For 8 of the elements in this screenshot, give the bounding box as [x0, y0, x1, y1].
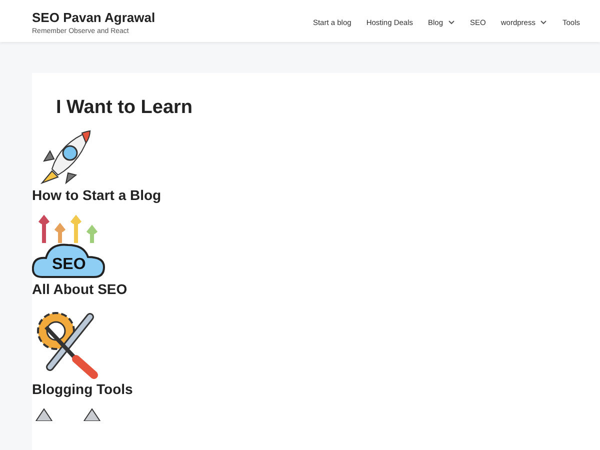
caret-icon [540, 20, 548, 24]
topic-link[interactable]: All About SEO [32, 281, 128, 297]
topic-link[interactable]: Blogging Tools [32, 381, 133, 397]
topic-link[interactable]: How to Start a Blog [32, 187, 162, 203]
site-title[interactable]: SEO Pavan Agrawal [32, 10, 156, 24]
section-heading: I Want to Learn [56, 97, 194, 119]
icon-label: SEO [52, 256, 86, 274]
caret-icon [448, 20, 456, 24]
